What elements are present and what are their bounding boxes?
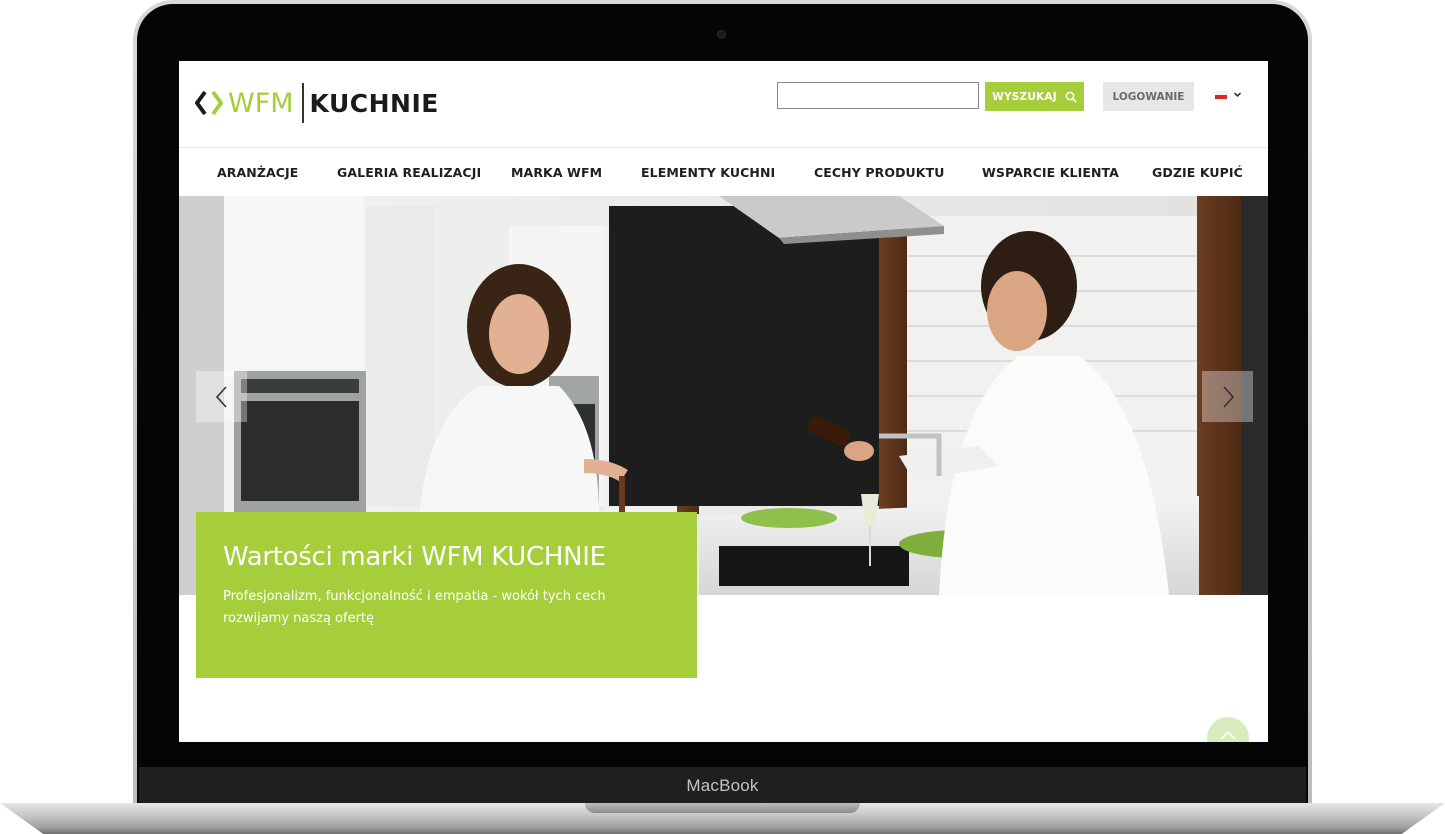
chevron-up-icon xyxy=(1220,730,1236,740)
logo-kuchnie-text: KUCHNIE xyxy=(309,88,439,118)
login-button[interactable]: LOGOWANIE xyxy=(1103,82,1194,111)
nav-item-marka[interactable]: MARKA WFM xyxy=(511,165,602,180)
logo-separator xyxy=(301,83,304,123)
main-nav: ARANŻACJE GALERIA REALIZACJI MARKA WFM E… xyxy=(179,147,1268,197)
camera-icon xyxy=(717,30,726,39)
nav-item-gdzie-kupic[interactable]: GDZIE KUPIĆ xyxy=(1152,165,1243,180)
site-logo[interactable]: WFM KUCHNIE xyxy=(195,81,439,125)
nav-item-wsparcie[interactable]: WSPARCIE KLIENTA xyxy=(982,165,1119,180)
nav-item-aranzacje[interactable]: ARANŻACJE xyxy=(217,165,298,180)
logo-wfm-text: WFM xyxy=(228,87,294,119)
hero-title[interactable]: Wartości marki WFM KUCHNIE xyxy=(223,542,669,572)
device-brand-label: MacBook xyxy=(686,776,759,795)
search-button[interactable]: WYSZUKAJ xyxy=(985,82,1084,111)
flag-pl-icon xyxy=(1215,90,1227,99)
search-input[interactable] xyxy=(777,82,979,109)
chevron-left-icon xyxy=(215,385,227,408)
search-icon xyxy=(1065,91,1077,103)
nav-item-galeria[interactable]: GALERIA REALIZACJI xyxy=(337,165,481,180)
chevron-down-icon xyxy=(1233,92,1242,98)
language-selector[interactable] xyxy=(1215,90,1242,99)
site-header: WFM KUCHNIE WYSZUKAJ LOGOWANIE xyxy=(179,61,1268,147)
chevron-right-icon xyxy=(1222,385,1234,408)
hero-description: Profesjonalizm, funkcjonalność i empatia… xyxy=(223,589,606,626)
website-screen: WFM KUCHNIE WYSZUKAJ LOGOWANIE ARANŻACJE… xyxy=(179,61,1268,742)
nav-item-elementy[interactable]: ELEMENTY KUCHNI xyxy=(641,165,775,180)
nav-item-cechy[interactable]: CECHY PRODUKTU xyxy=(814,165,944,180)
hero-caption: Wartości marki WFM KUCHNIE Profesjonaliz… xyxy=(196,512,697,678)
laptop-base-notch xyxy=(585,803,860,813)
search-button-label: WYSZUKAJ xyxy=(992,90,1057,103)
slider-next-button[interactable] xyxy=(1202,371,1253,422)
logo-mark-icon xyxy=(195,90,224,116)
slider-prev-button[interactable] xyxy=(196,371,247,422)
scroll-to-top-button[interactable] xyxy=(1207,717,1249,742)
